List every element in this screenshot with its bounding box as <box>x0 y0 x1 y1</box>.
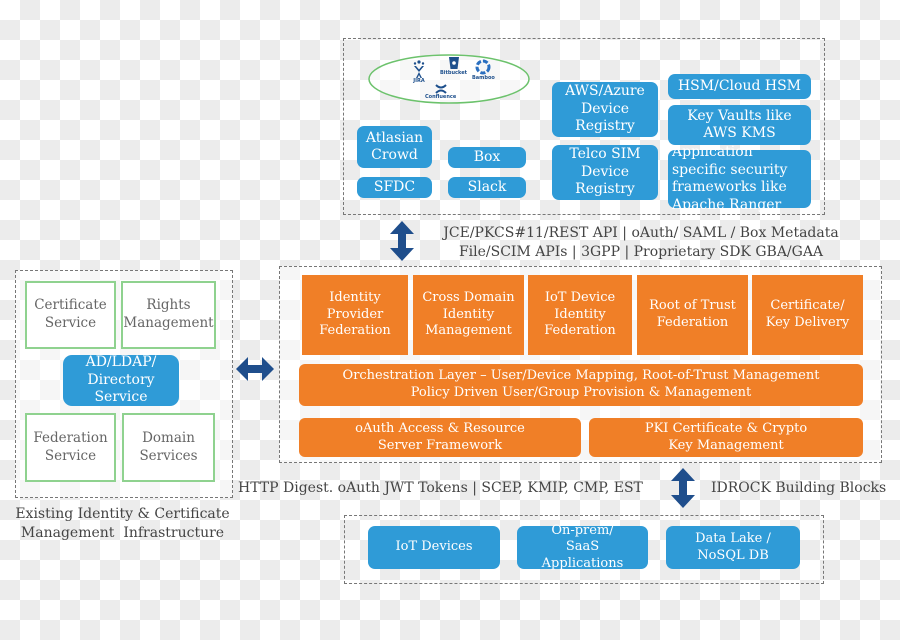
vertical-double-arrow-bottom <box>671 468 695 508</box>
confluence-logo: Confluence <box>425 84 456 100</box>
bottom-protocols-label: HTTP Digest. oAuth JWT Tokens | SCEP, KM… <box>238 480 643 496</box>
certificate-key-delivery-block: Certificate/ Key Delivery <box>752 275 863 355</box>
slack-box: Slack <box>448 177 526 198</box>
confluence-icon <box>434 84 447 94</box>
key-vaults-box: Key Vaults like AWS KMS <box>668 105 811 145</box>
existing-infra-caption-line2: Management Infrastructure <box>20 525 225 541</box>
app-security-box: Application specific security frameworks… <box>668 144 811 213</box>
idrock-caption: IDROCK Building Blocks <box>711 480 887 496</box>
identity-provider-federation-block: Identity Provider Federation <box>302 275 408 355</box>
root-of-trust-block: Root of Trust Federation <box>637 275 748 355</box>
bamboo-label: Bamboo <box>472 75 495 81</box>
top-protocols-line2: File/SCIM APIs | 3GPP | Proprietary SDK … <box>458 244 824 260</box>
orchestration-line2: Policy Driven User/Group Provision & Man… <box>410 385 752 400</box>
jira-label: JIRA <box>413 78 425 84</box>
box-box: Box <box>448 147 526 168</box>
bitbucket-label: Bitbucket <box>440 70 467 76</box>
onprem-saas-box: On-prem/ SaaS Applications <box>517 523 648 571</box>
aws-azure-registry-box: AWS/Azure Device Registry <box>552 82 658 137</box>
orchestration-layer-block: Orchestration Layer – User/Device Mappin… <box>299 364 863 406</box>
horizontal-double-arrow <box>236 357 274 381</box>
iot-device-identity-block: IoT Device Identity Federation <box>528 275 632 355</box>
atlasian-crowd-box: Atlasian Crowd <box>357 126 432 168</box>
orchestration-line1: Orchestration Layer – User/Device Mappin… <box>342 368 820 384</box>
certificate-service-box: Certificate Service <box>25 281 116 349</box>
oauth-framework-block: oAuth Access & Resource Server Framework <box>299 418 581 457</box>
confluence-label: Confluence <box>425 94 457 100</box>
pki-management-block: PKI Certificate & Crypto Key Management <box>589 418 863 457</box>
bitbucket-logo: Bitbucket <box>440 56 467 76</box>
data-lake-box: Data Lake / NoSQL DB <box>666 526 800 569</box>
telco-sim-registry-box: Telco SIM Device Registry <box>552 145 658 200</box>
existing-infra-caption-line1: Existing Identity & Certificate <box>15 506 230 522</box>
sfdc-box: SFDC <box>357 177 432 198</box>
bitbucket-icon <box>448 57 459 69</box>
iot-devices-box: IoT Devices <box>368 526 500 569</box>
cross-domain-identity-block: Cross Domain Identity Management <box>413 275 524 355</box>
bamboo-logo: Bamboo <box>472 59 495 81</box>
top-protocols-line1: JCE/PKCS#11/REST API | oAuth/ SAML / Box… <box>443 225 839 241</box>
federation-service-box: Federation Service <box>25 413 116 482</box>
vertical-double-arrow-top <box>390 221 414 261</box>
jira-icon <box>413 60 425 78</box>
rights-management-box: Rights Management <box>121 281 216 349</box>
bamboo-icon <box>475 59 491 75</box>
hsm-box: HSM/Cloud HSM <box>668 74 811 99</box>
ad-ldap-directory-box: AD/LDAP/ Directory Service <box>63 354 179 406</box>
jira-logo: JIRA <box>412 60 426 84</box>
domain-services-box: Domain Services <box>122 413 215 482</box>
